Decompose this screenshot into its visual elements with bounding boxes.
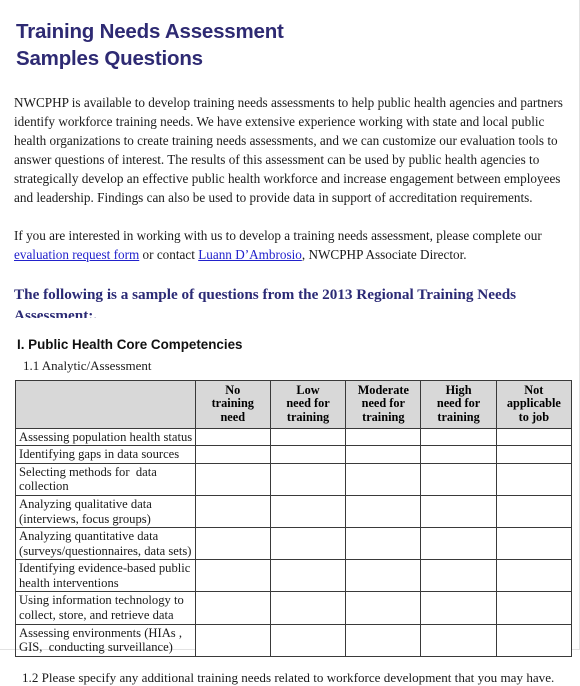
- table-row: Analyzing qualitative data (interviews, …: [15, 494, 573, 529]
- header-line: Not: [524, 382, 544, 397]
- header-line: No: [225, 382, 241, 397]
- response-cell-no-training-need[interactable]: [194, 462, 271, 496]
- table-row: Selecting methods for data collection: [15, 462, 573, 496]
- table-row: Using information technology to collect,…: [15, 591, 573, 625]
- response-cell-low-need[interactable]: [269, 462, 347, 496]
- header-line: Low: [296, 382, 320, 397]
- response-cell-no-training-need[interactable]: [194, 527, 271, 561]
- table-row: Assessing environments (HIAs , GIS, cond…: [15, 623, 573, 657]
- intro-paragraph-2-text-start: If you are interested in working with us…: [14, 227, 542, 243]
- table-header: No training need Low need for training M…: [15, 379, 573, 429]
- table-body: Assessing population health status Ident…: [15, 427, 573, 657]
- response-cell-low-need[interactable]: [269, 494, 347, 529]
- response-cell-moderate-need[interactable]: [345, 445, 422, 464]
- header-line: need: [220, 409, 246, 424]
- header-line: Moderate: [357, 382, 409, 397]
- response-cell-high-need[interactable]: [420, 462, 497, 496]
- response-cell-not-applicable[interactable]: [495, 445, 573, 464]
- response-cell-low-need[interactable]: [269, 623, 347, 657]
- response-cell-low-need[interactable]: [269, 591, 347, 625]
- response-cell-moderate-need[interactable]: [345, 591, 422, 625]
- intro-paragraph-1: NWCPHP is available to develop training …: [14, 95, 563, 206]
- header-line: need for: [361, 396, 405, 411]
- response-cell-moderate-need[interactable]: [345, 559, 422, 593]
- response-cell-high-need[interactable]: [420, 591, 497, 625]
- response-cell-low-need[interactable]: [269, 559, 347, 593]
- response-cell-not-applicable[interactable]: [495, 527, 573, 561]
- response-cell-not-applicable[interactable]: [495, 623, 573, 657]
- header-line: training: [362, 409, 405, 424]
- header-line: applicable: [506, 396, 561, 411]
- table-header-not-applicable-to-job: Not applicable to job: [495, 379, 573, 429]
- header-line: to job: [518, 409, 550, 424]
- evaluation-request-form-link[interactable]: evaluation request form: [14, 247, 139, 262]
- response-cell-not-applicable[interactable]: [495, 559, 573, 593]
- table-header-high-need-for-training: High need for training: [420, 379, 497, 429]
- intro-paragraph-2-text-end: , NWCPHP Associate Director.: [301, 246, 467, 262]
- response-cell-no-training-need[interactable]: [194, 559, 271, 593]
- competency-label: Identifying evidence-based public health…: [15, 559, 196, 593]
- response-cell-no-training-need[interactable]: [194, 445, 271, 464]
- response-cell-low-need[interactable]: [269, 527, 347, 561]
- competency-label: Analyzing qualitative data (interviews, …: [15, 494, 196, 529]
- competency-label: Assessing environments (HIAs , GIS, cond…: [15, 623, 196, 657]
- response-cell-high-need[interactable]: [420, 559, 497, 593]
- header-line: training: [211, 396, 254, 411]
- document-title-line-2: Samples Questions: [16, 47, 203, 70]
- table-header-moderate-need-for-training: Moderate need for training: [345, 379, 422, 429]
- luann-dambrosio-contact-link[interactable]: Luann D’Ambrosio: [198, 247, 302, 262]
- document-page: Training Needs Assessment Samples Questi…: [0, 0, 580, 685]
- table-header-row: No training need Low need for training M…: [15, 379, 573, 429]
- header-line: High: [445, 382, 472, 397]
- response-cell-high-need[interactable]: [420, 427, 497, 447]
- response-cell-no-training-need[interactable]: [194, 427, 271, 447]
- competency-label: Using information technology to collect,…: [15, 591, 196, 625]
- response-cell-no-training-need[interactable]: [194, 623, 271, 657]
- document-title-line-1: Training Needs Assessment: [16, 20, 284, 43]
- response-cell-high-need[interactable]: [420, 445, 497, 464]
- response-cell-moderate-need[interactable]: [345, 494, 422, 529]
- header-line: training: [437, 409, 480, 424]
- competency-label: Identifying gaps in data sources: [15, 445, 196, 464]
- table-row: Identifying evidence-based public health…: [15, 559, 573, 593]
- header-line: need for: [286, 396, 330, 411]
- table-row: Analyzing quantitative data (surveys/que…: [15, 527, 573, 561]
- table-header-no-training-need: No training need: [194, 379, 271, 429]
- competency-label: Assessing population health status: [15, 427, 196, 447]
- header-line: training: [286, 409, 330, 424]
- section-heading-core-competencies: I. Public Health Core Competencies: [17, 336, 243, 352]
- response-cell-low-need[interactable]: [269, 427, 347, 447]
- response-cell-high-need[interactable]: [420, 623, 497, 657]
- table-row: Assessing population health status: [15, 427, 573, 447]
- training-needs-table: No training need Low need for training M…: [15, 379, 573, 657]
- followup-question-1-2: 1.2 Please specify any additional traini…: [22, 669, 555, 685]
- table-header-blank: [15, 379, 196, 429]
- response-cell-high-need[interactable]: [420, 494, 497, 529]
- table-header-low-need-for-training: Low need for training: [269, 379, 347, 429]
- response-cell-not-applicable[interactable]: [495, 591, 573, 625]
- response-cell-no-training-need[interactable]: [194, 494, 271, 529]
- response-cell-not-applicable[interactable]: [495, 494, 573, 529]
- response-cell-high-need[interactable]: [420, 527, 497, 561]
- response-cell-moderate-need[interactable]: [345, 623, 422, 657]
- sample-questions-heading: The following is a sample of questions f…: [14, 285, 517, 318]
- document-title: Training Needs Assessment Samples Questi…: [16, 18, 567, 72]
- subsection-label-analytic-assessment: 1.1 Analytic/Assessment: [23, 357, 152, 373]
- response-cell-not-applicable[interactable]: [495, 462, 573, 496]
- competency-label: Selecting methods for data collection: [15, 462, 196, 496]
- table-row: Identifying gaps in data sources: [15, 445, 573, 464]
- response-cell-moderate-need[interactable]: [345, 427, 422, 447]
- competency-label: Analyzing quantitative data (surveys/que…: [15, 527, 196, 561]
- response-cell-no-training-need[interactable]: [194, 591, 271, 625]
- intro-paragraph-2-text-middle: or contact: [139, 246, 199, 262]
- header-line: need for: [436, 396, 481, 411]
- response-cell-moderate-need[interactable]: [345, 462, 422, 496]
- intro-paragraph-2: If you are interested in working with us…: [14, 226, 566, 264]
- response-cell-moderate-need[interactable]: [345, 527, 422, 561]
- response-cell-not-applicable[interactable]: [495, 427, 573, 447]
- response-cell-low-need[interactable]: [269, 445, 347, 464]
